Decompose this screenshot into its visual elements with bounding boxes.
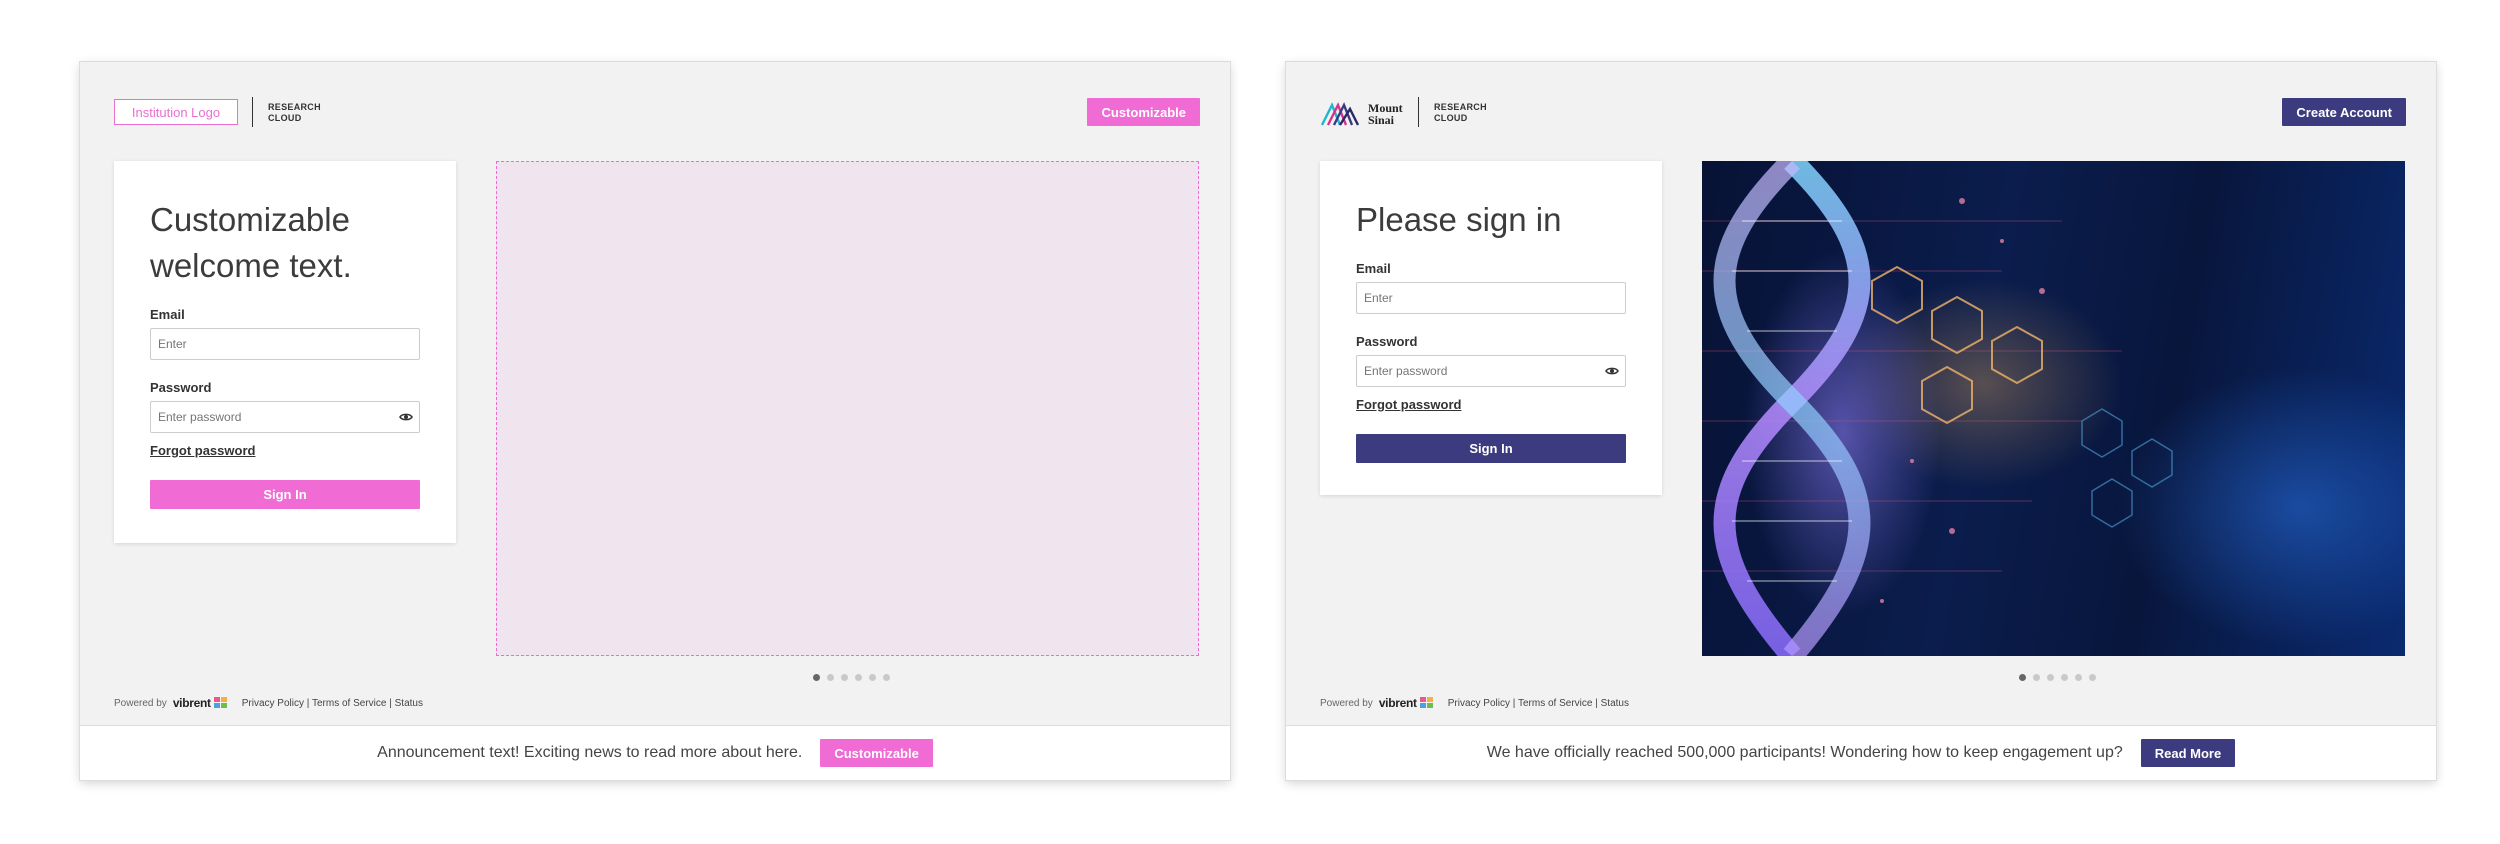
login-example-preview: Mount Sinai RESEARCH CLOUD Create Accoun… xyxy=(1286,62,2436,780)
customizable-header-button[interactable]: Customizable xyxy=(1087,98,1200,126)
password-field[interactable] xyxy=(150,401,420,433)
carousel-dots xyxy=(80,674,1230,681)
carousel-dots xyxy=(1286,674,2436,681)
sign-in-button[interactable]: Sign In xyxy=(150,480,420,509)
create-account-button[interactable]: Create Account xyxy=(2282,98,2406,126)
announcement-text: We have officially reached 500,000 parti… xyxy=(1486,744,2123,761)
show-password-icon[interactable] xyxy=(399,411,413,423)
announcement-bar: Announcement text! Exciting news to read… xyxy=(80,725,1230,780)
hero-image-placeholder xyxy=(496,161,1199,656)
privacy-policy-link[interactable]: Privacy Policy xyxy=(1448,698,1510,709)
separator: | xyxy=(306,697,310,709)
institution-logo: Institution Logo xyxy=(114,99,238,125)
forgot-password-link[interactable]: Forgot password xyxy=(150,443,420,458)
dna-helix-illustration xyxy=(1702,161,2173,656)
password-label: Password xyxy=(150,380,212,395)
announcement-button[interactable]: Customizable xyxy=(820,739,933,767)
logo-divider xyxy=(252,97,253,127)
carousel-dot[interactable] xyxy=(813,674,820,681)
vibrent-logo: vibrent xyxy=(1378,696,1417,710)
vibrent-mark-icon xyxy=(1419,697,1433,708)
powered-by-label: Powered by xyxy=(114,697,167,709)
mount-sinai-logo-icon xyxy=(1320,102,1360,126)
carousel-dot[interactable] xyxy=(827,674,834,681)
terms-link[interactable]: Terms of Service xyxy=(1518,698,1592,709)
login-template-preview: Institution Logo RESEARCH CLOUD Customiz… xyxy=(80,62,1230,780)
terms-link[interactable]: Terms of Service xyxy=(312,698,386,709)
footer: Powered by vibrent Privacy Policy | Term… xyxy=(1320,696,1629,710)
footer: Powered by vibrent Privacy Policy | Term… xyxy=(114,696,423,710)
sign-in-card: Customizable welcome text. Email Passwor… xyxy=(114,161,456,543)
carousel-dot[interactable] xyxy=(2089,674,2096,681)
welcome-line-2: welcome text. xyxy=(150,247,352,284)
password-field[interactable] xyxy=(1356,355,1626,387)
carousel-dot[interactable] xyxy=(841,674,848,681)
hero-dna-image xyxy=(1702,161,2405,656)
welcome-text: Customizable welcome text. xyxy=(150,197,420,289)
logo-line-2: Sinai xyxy=(1368,113,1395,127)
welcome-text: Please sign in xyxy=(1356,201,1562,238)
show-password-icon[interactable] xyxy=(1605,365,1619,377)
separator: | xyxy=(389,697,392,709)
research-cloud-label: RESEARCH CLOUD xyxy=(268,102,321,124)
vibrent-mark-icon xyxy=(213,697,227,708)
carousel-dot[interactable] xyxy=(2033,674,2040,681)
email-field[interactable] xyxy=(150,328,420,360)
carousel-dot[interactable] xyxy=(2061,674,2068,681)
cloud-line: CLOUD xyxy=(268,113,302,123)
sign-in-card: Please sign in Email Password Forgot pas… xyxy=(1320,161,1662,495)
privacy-policy-link[interactable]: Privacy Policy xyxy=(242,698,304,709)
email-label: Email xyxy=(150,307,185,322)
status-link[interactable]: Status xyxy=(1601,698,1629,709)
cloud-line: CLOUD xyxy=(1434,113,1468,123)
carousel-dot[interactable] xyxy=(2019,674,2026,681)
logo-divider xyxy=(1418,97,1419,127)
read-more-button[interactable]: Read More xyxy=(2140,739,2236,767)
carousel-dot[interactable] xyxy=(2047,674,2054,681)
separator: | xyxy=(1595,697,1598,709)
carousel-dot[interactable] xyxy=(855,674,862,681)
research-line: RESEARCH xyxy=(1434,102,1487,112)
research-line: RESEARCH xyxy=(268,102,321,112)
announcement-text: Announcement text! Exciting news to read… xyxy=(377,744,803,761)
carousel-dot[interactable] xyxy=(2075,674,2082,681)
vibrent-logo: vibrent xyxy=(172,696,211,710)
email-field[interactable] xyxy=(1356,282,1626,314)
forgot-password-link[interactable]: Forgot password xyxy=(1356,397,1626,412)
password-wrapper xyxy=(1356,355,1626,387)
header: Mount Sinai RESEARCH CLOUD Create Accoun… xyxy=(1320,97,2406,127)
footer-links: Privacy Policy | Terms of Service | Stat… xyxy=(1448,698,1629,709)
carousel-dot[interactable] xyxy=(883,674,890,681)
password-wrapper xyxy=(150,401,420,433)
separator: | xyxy=(1512,697,1516,709)
announcement-bar: We have officially reached 500,000 parti… xyxy=(1286,725,2436,780)
password-label: Password xyxy=(1356,334,1418,349)
welcome-line-1: Customizable xyxy=(150,201,350,238)
sign-in-button[interactable]: Sign In xyxy=(1356,434,1626,463)
header: Institution Logo RESEARCH CLOUD Customiz… xyxy=(114,97,1200,127)
carousel-dot[interactable] xyxy=(869,674,876,681)
mount-sinai-wordmark: Mount Sinai xyxy=(1368,102,1403,126)
status-link[interactable]: Status xyxy=(395,698,423,709)
research-cloud-label: RESEARCH CLOUD xyxy=(1434,102,1487,124)
powered-by-label: Powered by xyxy=(1320,697,1373,709)
footer-links: Privacy Policy | Terms of Service | Stat… xyxy=(242,698,423,709)
email-label: Email xyxy=(1356,261,1391,276)
